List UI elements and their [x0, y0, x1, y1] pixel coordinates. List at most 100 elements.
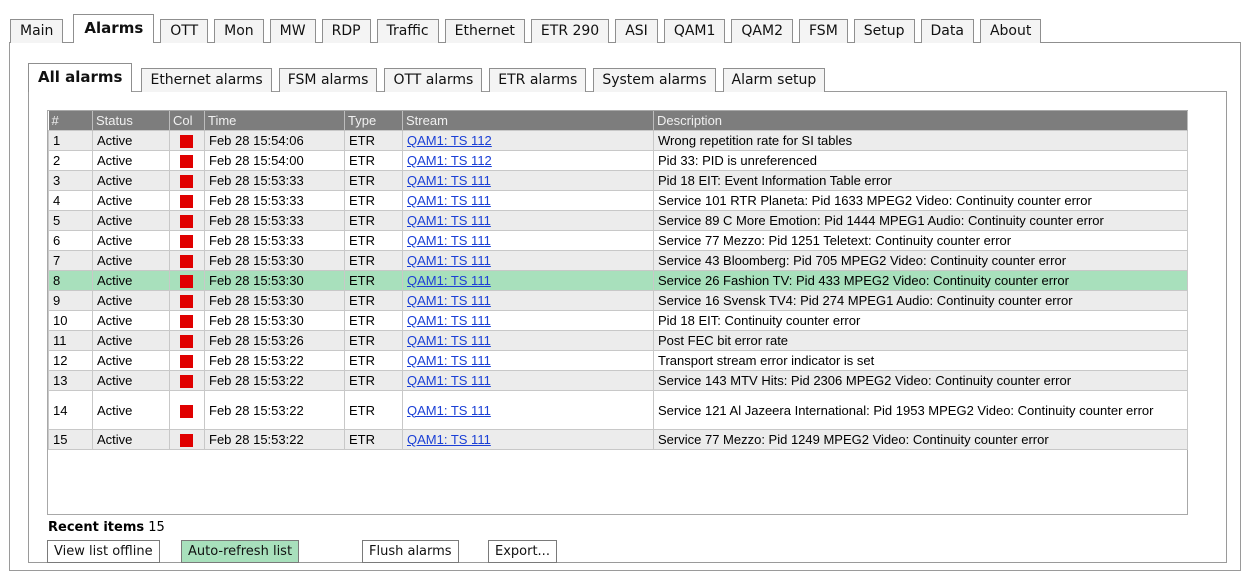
- column-header-col[interactable]: Col: [169, 111, 205, 131]
- view-list-offline-button[interactable]: View list offline: [47, 540, 160, 563]
- table-row[interactable]: 2 Active Feb 28 15:54:00 ETR QAM1: TS 112 Pid…: [48, 150, 1188, 171]
- recent-items: Recent items 15: [48, 520, 165, 535]
- row-color: [169, 150, 205, 171]
- tab-rdp[interactable]: RDP: [321, 19, 371, 43]
- row-time: Feb 28 15:54:06: [204, 130, 345, 151]
- tab-mon[interactable]: Mon: [214, 19, 264, 43]
- stream-link[interactable]: QAM1: TS 111: [407, 253, 491, 268]
- stream-link[interactable]: QAM1: TS 112: [407, 133, 492, 148]
- column-header-type[interactable]: Type: [344, 111, 403, 131]
- row-stream: QAM1: TS 111: [402, 350, 654, 371]
- tab-traffic[interactable]: Traffic: [376, 19, 439, 43]
- stream-link[interactable]: QAM1: TS 111: [407, 432, 491, 447]
- row-time: Feb 28 15:53:22: [204, 370, 345, 391]
- row-status: Active: [92, 190, 170, 211]
- table-row[interactable]: 12 Active Feb 28 15:53:22 ETR QAM1: TS 111 Tr…: [48, 350, 1188, 371]
- stream-link[interactable]: QAM1: TS 111: [407, 173, 491, 188]
- row-time: Feb 28 15:53:30: [204, 270, 345, 291]
- subtab-system-alarms[interactable]: System alarms: [593, 68, 716, 92]
- row-status: Active: [92, 250, 170, 271]
- status-color-swatch: [180, 295, 193, 309]
- flush-alarms-button[interactable]: Flush alarms: [362, 540, 459, 563]
- table-row[interactable]: 11 Active Feb 28 15:53:26 ETR QAM1: TS 111 Po…: [48, 330, 1188, 351]
- table-row[interactable]: 15 Active Feb 28 15:53:22 ETR QAM1: TS 111 Se…: [48, 429, 1188, 450]
- stream-link[interactable]: QAM1: TS 111: [407, 273, 491, 288]
- row-color: [169, 310, 205, 331]
- status-color-swatch: [180, 315, 193, 329]
- alarm-table: # Status Col Time Type Stream Descriptio…: [48, 111, 1188, 450]
- row-color: [169, 170, 205, 191]
- tab-qam2[interactable]: QAM2: [731, 19, 793, 43]
- column-header-time[interactable]: Time: [204, 111, 345, 131]
- tab-fsm[interactable]: FSM: [799, 19, 848, 43]
- column-header-number[interactable]: #: [48, 111, 93, 131]
- table-row[interactable]: 3 Active Feb 28 15:53:33 ETR QAM1: TS 111 Pid…: [48, 170, 1188, 191]
- subtab-all-alarms[interactable]: All alarms: [28, 63, 133, 92]
- row-number: 14: [48, 390, 93, 430]
- row-stream: QAM1: TS 111: [402, 310, 654, 331]
- column-header-description[interactable]: Description: [653, 111, 1188, 131]
- row-color: [169, 290, 205, 311]
- row-stream: QAM1: TS 111: [402, 429, 654, 450]
- table-row[interactable]: 7 Active Feb 28 15:53:30 ETR QAM1: TS 111 Ser…: [48, 250, 1188, 271]
- auto-refresh-list-button[interactable]: Auto-refresh list: [181, 540, 300, 563]
- status-color-swatch: [180, 355, 193, 369]
- subtab-fsm-alarms[interactable]: FSM alarms: [278, 68, 378, 92]
- row-status: Active: [92, 310, 170, 331]
- tab-mw[interactable]: MW: [269, 19, 316, 43]
- stream-link[interactable]: QAM1: TS 111: [407, 403, 491, 418]
- row-description: Service 101 RTR Planeta: Pid 1633 MPEG2 …: [653, 190, 1188, 211]
- row-type: ETR: [344, 210, 403, 231]
- stream-link[interactable]: QAM1: TS 111: [407, 353, 491, 368]
- column-header-status[interactable]: Status: [92, 111, 170, 131]
- subtab-alarm-setup[interactable]: Alarm setup: [722, 68, 826, 92]
- subtab-etr-alarms[interactable]: ETR alarms: [489, 68, 587, 92]
- export-button[interactable]: Export...: [488, 540, 557, 563]
- table-row[interactable]: 10 Active Feb 28 15:53:30 ETR QAM1: TS 111 Pi…: [48, 310, 1188, 331]
- row-description: Service 89 C More Emotion: Pid 1444 MPEG…: [653, 210, 1188, 231]
- tab-main[interactable]: Main: [10, 19, 64, 43]
- subtab-ott-alarms[interactable]: OTT alarms: [384, 68, 483, 92]
- row-time: Feb 28 15:53:33: [204, 170, 345, 191]
- stream-link[interactable]: QAM1: TS 111: [407, 233, 491, 248]
- subtab-ethernet-alarms[interactable]: Ethernet alarms: [141, 68, 272, 92]
- row-type: ETR: [344, 190, 403, 211]
- table-row[interactable]: 13 Active Feb 28 15:53:22 ETR QAM1: TS 111 Se…: [48, 370, 1188, 391]
- row-description: Service 26 Fashion TV: Pid 433 MPEG2 Vid…: [653, 270, 1188, 291]
- tab-qam1[interactable]: QAM1: [663, 19, 726, 43]
- table-row[interactable]: 8 Active Feb 28 15:53:30 ETR QAM1: TS 111 Ser…: [48, 270, 1188, 291]
- stream-link[interactable]: QAM1: TS 112: [407, 153, 492, 168]
- status-color-swatch: [180, 375, 193, 389]
- stream-link[interactable]: QAM1: TS 111: [407, 313, 491, 328]
- tab-asi[interactable]: ASI: [615, 19, 658, 43]
- row-type: ETR: [344, 350, 403, 371]
- tab-ott[interactable]: OTT: [160, 19, 209, 43]
- row-type: ETR: [344, 390, 403, 430]
- table-row[interactable]: 14 Active Feb 28 15:53:22 ETR QAM1: TS 111 Se…: [48, 390, 1188, 430]
- tab-etr-290[interactable]: ETR 290: [530, 19, 610, 43]
- tab-ethernet[interactable]: Ethernet: [444, 19, 525, 43]
- stream-link[interactable]: QAM1: TS 111: [407, 333, 491, 348]
- tab-alarms[interactable]: Alarms: [73, 14, 155, 43]
- tab-setup[interactable]: Setup: [853, 19, 915, 43]
- table-row[interactable]: 6 Active Feb 28 15:53:33 ETR QAM1: TS 111 Ser…: [48, 230, 1188, 251]
- table-row[interactable]: 9 Active Feb 28 15:53:30 ETR QAM1: TS 111 Ser…: [48, 290, 1188, 311]
- row-status: Active: [92, 150, 170, 171]
- row-time: Feb 28 15:53:33: [204, 230, 345, 251]
- tab-about[interactable]: About: [979, 19, 1042, 43]
- row-stream: QAM1: TS 111: [402, 250, 654, 271]
- row-stream: QAM1: TS 111: [402, 370, 654, 391]
- stream-link[interactable]: QAM1: TS 111: [407, 213, 491, 228]
- row-number: 8: [48, 270, 93, 291]
- stream-link[interactable]: QAM1: TS 111: [407, 293, 491, 308]
- table-row[interactable]: 5 Active Feb 28 15:53:33 ETR QAM1: TS 111 Ser…: [48, 210, 1188, 231]
- table-row[interactable]: 1 Active Feb 28 15:54:06 ETR QAM1: TS 112 Wro…: [48, 130, 1188, 151]
- stream-link[interactable]: QAM1: TS 111: [407, 193, 491, 208]
- tab-data[interactable]: Data: [920, 19, 974, 43]
- column-header-stream[interactable]: Stream: [402, 111, 654, 131]
- row-time: Feb 28 15:53:33: [204, 190, 345, 211]
- table-row[interactable]: 4 Active Feb 28 15:53:33 ETR QAM1: TS 111 Ser…: [48, 190, 1188, 211]
- alarm-table-container[interactable]: # Status Col Time Type Stream Descriptio…: [47, 110, 1188, 515]
- stream-link[interactable]: QAM1: TS 111: [407, 373, 491, 388]
- row-number: 6: [48, 230, 93, 251]
